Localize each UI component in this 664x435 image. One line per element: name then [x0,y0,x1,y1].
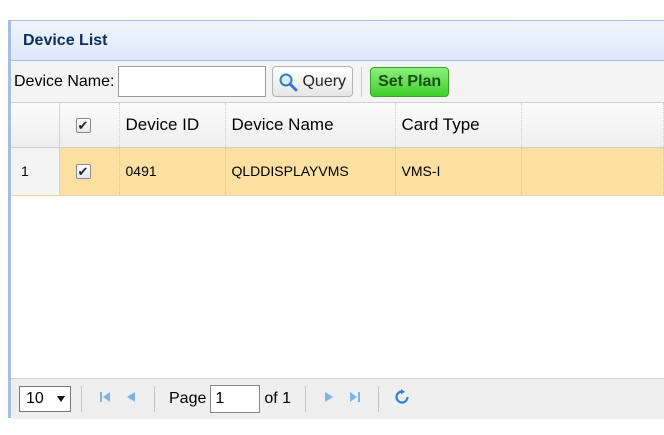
pager-separator [305,386,307,412]
total-pages-label: of 1 [264,390,292,407]
first-page-icon [98,390,112,408]
last-page-button[interactable] [342,390,368,408]
grid-header-row: ✔ Device ID Device Name Card Type [11,103,664,148]
pagination-bar: 10 Page of 1 [11,378,664,419]
search-icon [278,72,298,92]
query-button-label: Query [302,72,347,90]
select-all-checkbox-cell[interactable]: ✔ [59,103,120,148]
current-page-input[interactable] [210,385,261,413]
cell-device-id: 0491 [119,147,226,196]
row-checkbox[interactable]: ✔ [75,164,91,180]
query-button[interactable]: Query [272,66,354,97]
row-number: 1 [11,147,60,196]
device-name-label: Device Name: [14,72,115,90]
first-page-button[interactable] [92,390,118,408]
page-label: Page [169,390,207,407]
cell-device-name: QLDDISPLAYVMS [225,147,396,196]
pager-separator [378,386,380,412]
last-page-icon [348,390,362,408]
device-list-panel: Device List Device Name: Query Set Plan … [8,20,664,419]
row-number-header [11,103,60,148]
next-page-button[interactable] [316,390,342,408]
panel-title: Device List [11,21,664,61]
refresh-icon [394,389,410,409]
previous-page-icon [124,390,138,408]
row-checkbox-cell[interactable]: ✔ [59,147,120,196]
toolbar-separator [361,66,363,97]
search-toolbar: Device Name: Query Set Plan [11,61,664,103]
column-header-device-id[interactable]: Device ID [119,103,226,148]
next-page-icon [322,390,336,408]
set-plan-button[interactable]: Set Plan [370,66,450,97]
previous-page-button[interactable] [118,390,144,408]
device-grid: ✔ Device ID Device Name Card Type 1 ✔ 04… [11,103,664,196]
dropdown-arrow-icon [56,390,66,408]
table-row[interactable]: 1 ✔ 0491 QLDDISPLAYVMS VMS-I [11,147,664,196]
page-size-value: 10 [26,390,44,407]
pager-separator [154,386,155,412]
select-all-checkbox[interactable]: ✔ [75,117,91,133]
column-header-device-name[interactable]: Device Name [225,103,396,148]
column-header-card-type[interactable]: Card Type [395,103,522,148]
page-size-select[interactable]: 10 [19,386,71,412]
column-header-filler [521,103,664,148]
cell-card-type: VMS-I [395,147,522,196]
cell-filler [521,147,664,196]
device-name-input[interactable] [118,66,267,97]
refresh-button[interactable] [389,389,415,409]
pager-separator [81,386,82,412]
